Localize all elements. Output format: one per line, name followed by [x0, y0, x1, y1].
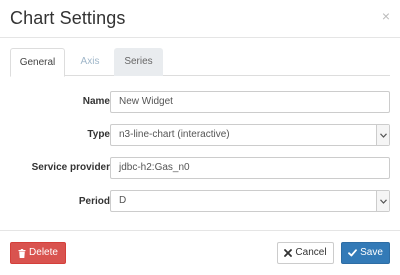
period-select-value: D — [119, 195, 127, 206]
period-select[interactable]: D — [110, 190, 390, 212]
settings-tabs: General Axis Series — [10, 48, 390, 77]
name-input[interactable]: New Widget — [110, 91, 390, 113]
chart-settings-dialog: Chart Settings × General Axis Series Nam… — [0, 0, 400, 275]
type-label: Type — [87, 129, 110, 140]
save-label: Save — [360, 247, 383, 258]
type-select[interactable]: n3-line-chart (interactive) — [110, 124, 390, 146]
cancel-label: Cancel — [295, 247, 327, 258]
trash-icon — [18, 248, 26, 258]
period-label: Period — [78, 196, 110, 207]
save-button[interactable]: Save — [341, 242, 390, 264]
delete-label: Delete — [29, 247, 58, 258]
checkmark-icon — [348, 249, 357, 257]
tab-series[interactable]: Series — [114, 48, 163, 76]
close-button[interactable]: × — [382, 9, 390, 23]
tab-axis[interactable]: Axis — [67, 48, 113, 76]
dialog-title: Chart Settings — [10, 8, 126, 28]
tab-general[interactable]: General — [10, 48, 65, 77]
chevron-down-icon[interactable] — [376, 191, 389, 211]
delete-button[interactable]: Delete — [10, 242, 66, 264]
chevron-down-icon[interactable] — [376, 125, 389, 145]
service-provider-label: Service provider — [31, 162, 110, 173]
x-icon — [284, 249, 293, 257]
service-provider-input[interactable]: jdbc-h2:Gas_n0 — [110, 157, 390, 179]
dialog-header: Chart Settings × — [0, 0, 400, 38]
name-label: Name — [82, 96, 110, 107]
cancel-button[interactable]: Cancel — [277, 242, 334, 264]
type-select-value: n3-line-chart (interactive) — [119, 129, 230, 140]
